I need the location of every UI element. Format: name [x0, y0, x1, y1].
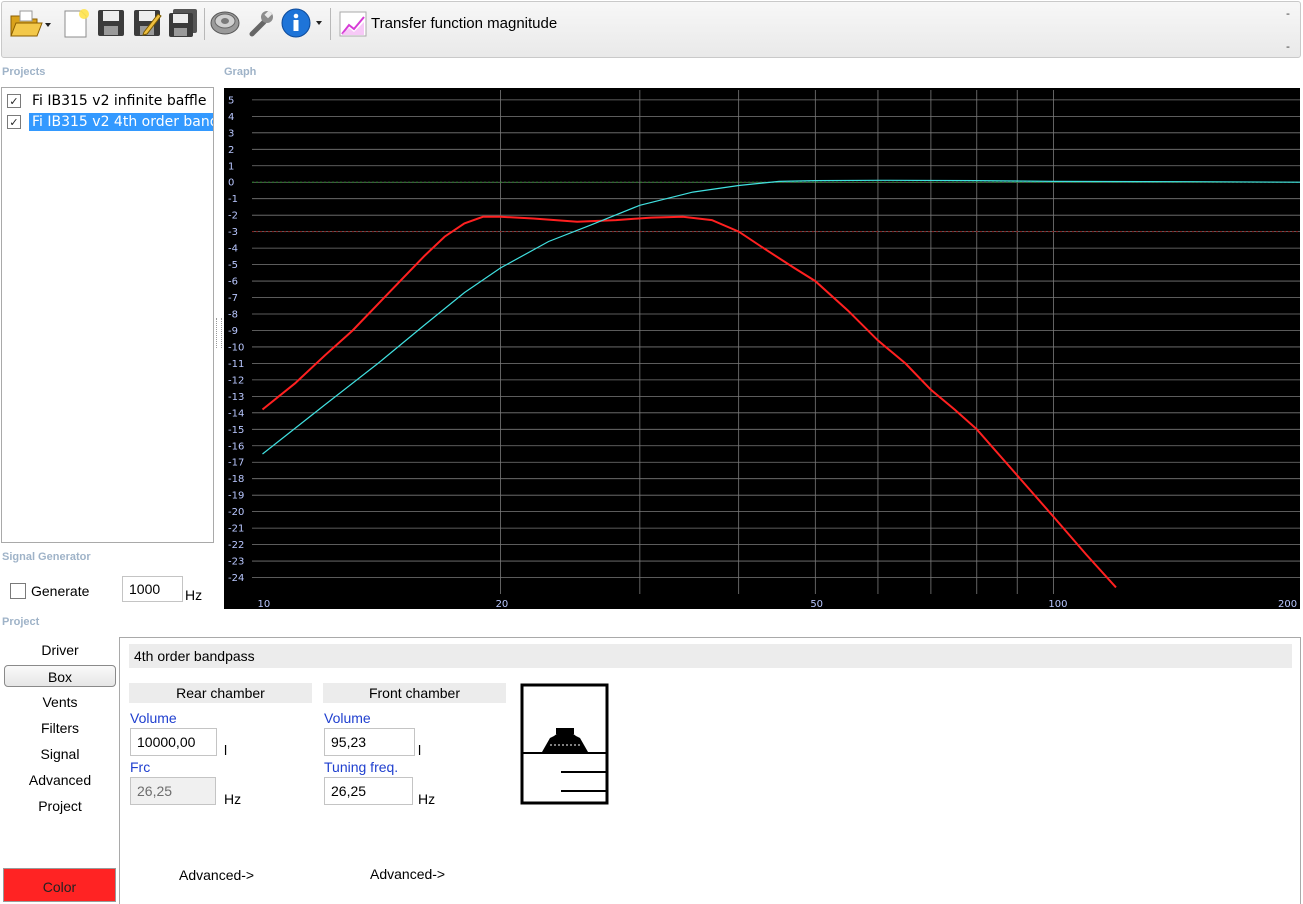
- toolbar-dash-top: -: [1286, 7, 1290, 20]
- y-tick-label: -13: [228, 392, 244, 403]
- rear-chamber-title: Rear chamber: [129, 683, 312, 703]
- front-volume-label: Volume: [324, 710, 371, 726]
- save-all-icon[interactable]: [166, 6, 200, 40]
- rear-advanced-link[interactable]: Advanced->: [179, 867, 254, 883]
- y-tick-label: -12: [228, 375, 244, 386]
- front-tuning-input[interactable]: 26,25: [324, 777, 413, 805]
- y-tick-label: -24: [228, 573, 244, 584]
- graph-svg: 543210-1-2-3-4-5-6-7-8-9-10-11-12-13-14-…: [228, 90, 1301, 610]
- y-tick-label: 1: [228, 161, 234, 172]
- y-tick-label: -19: [228, 491, 244, 502]
- toolbar-dash-bottom: -: [1286, 40, 1290, 53]
- nav-filters[interactable]: Filters: [4, 717, 116, 739]
- open-folder-icon[interactable]: [8, 6, 54, 40]
- front-volume-unit: l: [418, 742, 422, 758]
- frequency-unit: Hz: [185, 587, 203, 603]
- front-advanced-link[interactable]: Advanced->: [370, 866, 445, 882]
- toolbar-separator: [330, 8, 331, 40]
- front-tuning-unit: Hz: [418, 791, 436, 807]
- color-button[interactable]: Color: [3, 868, 116, 902]
- y-tick-label: 3: [228, 128, 234, 139]
- info-icon[interactable]: [280, 6, 328, 40]
- y-tick-label: -2: [228, 211, 238, 222]
- generate-checkbox[interactable]: [10, 583, 26, 599]
- generate-checkbox-row[interactable]: Generate: [10, 583, 89, 599]
- y-tick-label: -14: [228, 408, 244, 419]
- save-icon[interactable]: [94, 6, 128, 40]
- y-tick-label: -11: [228, 359, 244, 370]
- y-tick-label: -4: [228, 244, 238, 255]
- y-tick-label: -16: [228, 441, 244, 452]
- rear-frc-input: 26,25: [130, 777, 216, 805]
- rear-volume-input[interactable]: 10000,00: [130, 728, 217, 756]
- x-tick-label: 20: [496, 599, 509, 609]
- new-document-icon[interactable]: [58, 6, 92, 40]
- y-tick-label: -18: [228, 474, 244, 485]
- projects-list[interactable]: ✓ Fi IB315 v2 infinite baffle ✓ Fi IB315…: [1, 87, 214, 543]
- project-item-infinite-baffle[interactable]: ✓ Fi IB315 v2 infinite baffle: [7, 91, 211, 111]
- speaker-driver-icon[interactable]: [208, 6, 242, 40]
- y-tick-label: -1: [228, 194, 238, 205]
- project-checkbox[interactable]: ✓: [7, 115, 21, 129]
- box-type-header: 4th order bandpass: [129, 644, 1292, 668]
- project-checkbox[interactable]: ✓: [7, 94, 21, 108]
- rear-frc-label: Frc: [130, 759, 151, 775]
- front-chamber-title: Front chamber: [323, 683, 506, 703]
- y-tick-label: 2: [228, 145, 234, 156]
- save-edit-icon[interactable]: [130, 6, 164, 40]
- y-tick-label: -17: [228, 458, 244, 469]
- box-diagram: [520, 683, 610, 809]
- project-item-bandpass[interactable]: ✓ Fi IB315 v2 4th order bandp: [7, 112, 213, 132]
- x-tick-label: 50: [810, 599, 823, 609]
- nav-advanced[interactable]: Advanced: [4, 769, 116, 791]
- nav-driver[interactable]: Driver: [4, 639, 116, 661]
- project-item-label: Fi IB315 v2 infinite baffle: [32, 93, 207, 109]
- x-tick-label: 100: [1048, 599, 1067, 609]
- frequency-input[interactable]: 1000: [122, 576, 183, 602]
- splitter-grip[interactable]: [216, 318, 222, 348]
- project-section-label: Project: [2, 616, 40, 628]
- transfer-function-graph: 5 4 3 2 1 0 -1 -2 -3 -4 -5 -6 -7 -8 -9 -10 -11 -12 -13 -14-…: [224, 88, 1301, 610]
- y-tick-label: -9: [228, 326, 238, 337]
- toolbar: Transfer function magnitude - -: [1, 1, 1301, 58]
- nav-box[interactable]: Box: [4, 665, 116, 687]
- y-tick-label: 4: [228, 112, 234, 123]
- front-volume-input[interactable]: 95,23: [324, 728, 415, 756]
- graph-section-label: Graph: [224, 66, 257, 78]
- projects-section-label: Projects: [2, 66, 46, 78]
- project-item-label: Fi IB315 v2 4th order bandp: [29, 113, 213, 131]
- y-tick-label: -8: [228, 310, 238, 321]
- color-button-label: Color: [42, 879, 77, 895]
- y-tick-label: -3: [228, 227, 238, 238]
- front-tuning-label: Tuning freq.: [324, 759, 399, 775]
- y-tick-label: 0: [228, 178, 234, 189]
- y-tick-label: 5: [228, 95, 234, 106]
- y-tick-label: -21: [228, 524, 244, 535]
- box-panel: 4th order bandpass Rear chamber Volume 1…: [119, 637, 1301, 904]
- generate-label: Generate: [31, 583, 90, 599]
- nav-project[interactable]: Project: [4, 795, 116, 817]
- rear-volume-label: Volume: [130, 710, 177, 726]
- y-tick-label: -23: [228, 557, 244, 568]
- y-tick-label: -5: [228, 260, 238, 271]
- y-tick-label: -6: [228, 277, 238, 288]
- wrench-icon[interactable]: [244, 6, 278, 40]
- y-tick-label: -22: [228, 540, 244, 551]
- y-tick-label: -15: [228, 425, 244, 436]
- y-tick-label: -10: [228, 342, 244, 353]
- toolbar-title: Transfer function magnitude: [371, 15, 558, 32]
- x-tick-label: 10: [257, 599, 270, 609]
- signal-generator-section-label: Signal Generator: [2, 551, 91, 563]
- y-tick-label: -7: [228, 293, 238, 304]
- series-line-1: [261, 215, 1117, 589]
- nav-signal[interactable]: Signal: [4, 743, 116, 765]
- toolbar-separator: [204, 8, 205, 40]
- x-tick-label: 200: [1278, 599, 1297, 609]
- y-tick-label: -20: [228, 507, 244, 518]
- nav-vents[interactable]: Vents: [4, 691, 116, 713]
- chart-icon[interactable]: [336, 6, 370, 40]
- rear-volume-unit: l: [224, 742, 228, 758]
- rear-frc-unit: Hz: [224, 791, 242, 807]
